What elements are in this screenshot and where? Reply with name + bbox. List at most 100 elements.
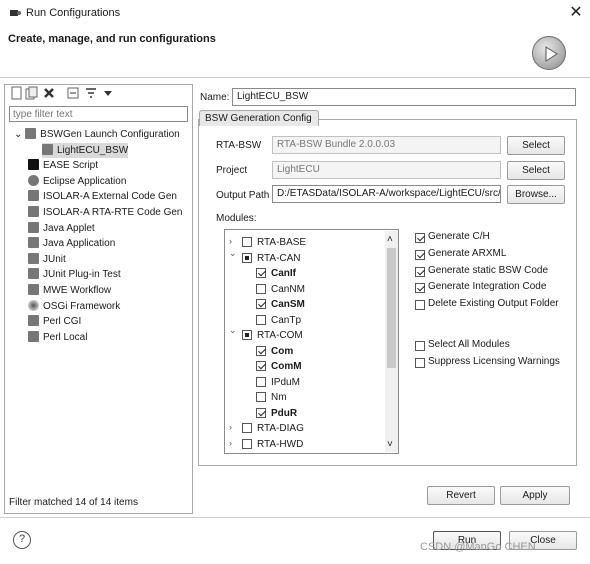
name-label: Name: bbox=[200, 92, 230, 103]
option-checkbox[interactable] bbox=[415, 357, 425, 368]
option-checkbox[interactable] bbox=[415, 300, 425, 311]
module-checkbox[interactable] bbox=[256, 314, 266, 325]
collapse-all-icon[interactable] bbox=[66, 86, 80, 100]
module-checkbox[interactable] bbox=[256, 376, 266, 387]
option-label: Generate ARXML bbox=[428, 247, 507, 259]
module-label: ComM bbox=[271, 361, 302, 372]
config-icon bbox=[42, 143, 53, 155]
tree-item[interactable]: OSGi Framework bbox=[28, 299, 120, 314]
revert-button[interactable]: Revert bbox=[427, 486, 495, 505]
title-bar: Run Configurations ✕ bbox=[0, 0, 590, 26]
filter-input[interactable] bbox=[9, 106, 188, 122]
option-label: Select All Modules bbox=[428, 339, 510, 350]
apply-button[interactable]: Apply bbox=[500, 486, 570, 505]
modules-tree[interactable]: › RTA-BASE ⌄ RTA-CAN CanIf CanNM CanSM CanTp ⌄ RT… bbox=[224, 229, 399, 454]
tab-bsw-generation-config[interactable]: BSW Generation Config bbox=[199, 110, 319, 126]
name-field[interactable]: LightECU_BSW bbox=[232, 88, 576, 106]
tree-item-label: Java Applet bbox=[43, 222, 95, 234]
option-checkbox[interactable] bbox=[415, 249, 425, 260]
tree-item[interactable]: JUnit bbox=[28, 252, 66, 267]
module-checkbox[interactable] bbox=[256, 407, 266, 418]
junit-icon bbox=[28, 252, 39, 264]
tree-item[interactable]: Perl Local bbox=[28, 330, 87, 345]
duplicate-icon[interactable] bbox=[25, 86, 39, 100]
tree-item[interactable]: MWE Workflow bbox=[28, 283, 111, 298]
module-checkbox[interactable] bbox=[256, 268, 266, 278]
modules-scrollbar-thumb[interactable] bbox=[387, 248, 396, 368]
footer-divider bbox=[0, 517, 590, 518]
module-label: RTA-CAN bbox=[257, 252, 301, 264]
tree-item-label: Eclipse Application bbox=[43, 175, 127, 187]
scroll-down-icon[interactable]: ˅ bbox=[387, 439, 393, 450]
perl-icon bbox=[28, 315, 39, 327]
window-title: Run Configurations bbox=[26, 7, 121, 19]
module-checkbox[interactable] bbox=[242, 252, 252, 263]
option-label: Generate static BSW Code bbox=[428, 264, 549, 276]
option-checkbox[interactable] bbox=[415, 283, 425, 294]
tree-item[interactable]: JUnit Plug-in Test bbox=[28, 267, 121, 282]
module-checkbox[interactable] bbox=[242, 438, 252, 449]
module-checkbox[interactable] bbox=[242, 237, 252, 247]
modules-label: Modules: bbox=[216, 213, 257, 224]
header-title: Create, manage, and run configurations bbox=[8, 33, 216, 45]
expand-icon[interactable]: ⌄ bbox=[14, 129, 25, 140]
module-label: PduR bbox=[271, 407, 298, 419]
module-checkbox[interactable] bbox=[242, 330, 252, 340]
module-checkbox[interactable] bbox=[256, 392, 266, 402]
expand-icon[interactable]: › bbox=[229, 236, 232, 246]
tree-item[interactable]: ISOLAR-A RTA-RTE Code Gen bbox=[28, 205, 183, 220]
watermark: CSDN @ManGo CHEN bbox=[420, 541, 536, 553]
header-banner: Create, manage, and run configurations bbox=[0, 26, 590, 78]
delete-icon[interactable] bbox=[42, 86, 56, 100]
tree-item[interactable]: Java Application bbox=[28, 236, 115, 251]
run-play-icon bbox=[532, 36, 566, 70]
tree-item[interactable]: EASE Script bbox=[28, 158, 98, 173]
output-path-field[interactable]: D:/ETASData/ISOLAR-A/workspace/LightECU/… bbox=[272, 185, 501, 203]
tree-item[interactable]: Java Applet bbox=[28, 221, 95, 236]
module-label: RTA-BASE bbox=[257, 237, 307, 248]
expand-icon[interactable]: › bbox=[229, 438, 232, 448]
new-config-icon[interactable] bbox=[10, 86, 24, 100]
option-checkbox[interactable] bbox=[415, 266, 425, 277]
module-label: RTA-COM bbox=[257, 330, 303, 341]
filter-icon[interactable] bbox=[84, 86, 98, 100]
module-checkbox[interactable] bbox=[256, 299, 266, 309]
help-icon[interactable]: ? bbox=[13, 531, 31, 549]
module-label: RTA-DIAG bbox=[257, 423, 304, 434]
option-checkbox[interactable] bbox=[415, 341, 425, 351]
tree-item[interactable]: ISOLAR-A External Code Gen bbox=[28, 189, 177, 204]
scroll-up-icon[interactable]: ˄ bbox=[387, 234, 393, 245]
close-window-button[interactable]: ✕ bbox=[566, 3, 586, 23]
mwe-icon bbox=[28, 284, 39, 295]
tree-item[interactable]: Eclipse Application bbox=[28, 174, 126, 189]
tree-item[interactable]: Perl CGI bbox=[28, 314, 81, 329]
tree-item-label: MWE Workflow bbox=[43, 285, 112, 296]
java-app-icon bbox=[28, 237, 39, 249]
option-label: Delete Existing Output Folder bbox=[428, 298, 559, 310]
tree-item-label: Perl CGI bbox=[43, 316, 82, 328]
module-checkbox[interactable] bbox=[256, 361, 266, 371]
tree-item[interactable]: ⌄ BSWGen Launch Configuration bbox=[14, 127, 180, 142]
module-checkbox[interactable] bbox=[256, 283, 266, 294]
option-label: Generate Integration Code bbox=[428, 281, 547, 293]
view-menu-icon[interactable] bbox=[101, 86, 115, 100]
tree-item-label: OSGi Framework bbox=[43, 300, 121, 312]
module-label: Com bbox=[271, 345, 294, 357]
collapse-icon[interactable]: ⌄ bbox=[229, 325, 237, 336]
module-checkbox[interactable] bbox=[242, 423, 252, 433]
collapse-icon[interactable]: ⌄ bbox=[229, 248, 237, 259]
project-select-button[interactable]: Select bbox=[507, 161, 565, 180]
rta-bsw-field: RTA-BSW Bundle 2.0.0.03 bbox=[272, 136, 501, 154]
option-checkbox[interactable] bbox=[415, 233, 425, 243]
rta-bsw-select-button[interactable]: Select bbox=[507, 136, 565, 155]
tree-item[interactable]: LightECU_BSW bbox=[42, 142, 129, 158]
expand-icon[interactable]: › bbox=[229, 422, 232, 432]
ease-icon bbox=[28, 159, 39, 171]
module-label: CanTp bbox=[271, 314, 302, 326]
module-checkbox[interactable] bbox=[256, 345, 266, 356]
filter-status: Filter matched 14 of 14 items bbox=[9, 497, 138, 508]
java-icon bbox=[28, 221, 39, 233]
osgi-icon bbox=[28, 299, 39, 311]
browse-button[interactable]: Browse... bbox=[507, 185, 565, 204]
tree-item-label: EASE Script bbox=[43, 160, 99, 172]
